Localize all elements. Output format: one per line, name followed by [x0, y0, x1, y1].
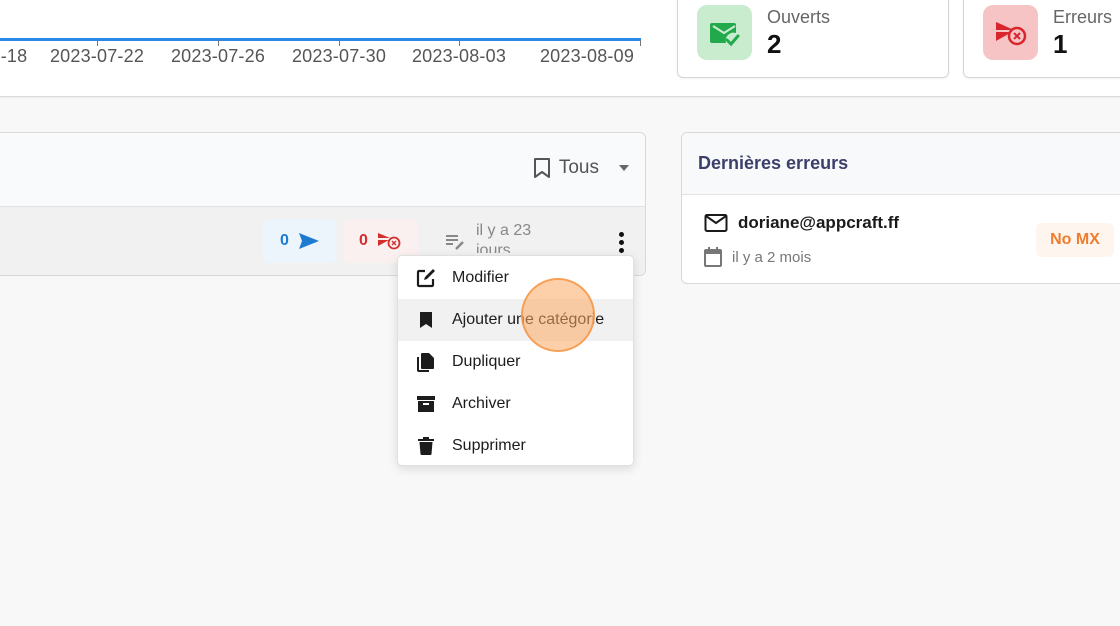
recent-errors-panel: Dernières erreurs doriane@appcraft.ff il… [681, 132, 1120, 284]
error-date-text: il y a 2 mois [732, 248, 812, 266]
chart-tick-label: 2023-07-26 [170, 46, 266, 66]
send-error-icon [983, 5, 1038, 60]
menu-item-label: Archiver [452, 395, 511, 412]
menu-item-duplicate[interactable]: Dupliquer [398, 341, 633, 383]
category-filter-dropdown[interactable]: Tous [533, 157, 629, 179]
sent-count: 0 [280, 232, 289, 249]
recent-errors-title: Dernières erreurs [682, 133, 1120, 195]
bookmark-icon [416, 310, 436, 330]
context-menu: Modifier Ajouter une catégorie Dupliquer… [397, 255, 634, 466]
chevron-down-icon [619, 165, 629, 171]
error-email-text: doriane@appcraft.ff [738, 213, 900, 232]
dot [618, 239, 624, 245]
menu-item-label: Modifier [452, 269, 509, 286]
menu-item-label: Dupliquer [452, 353, 521, 370]
error-type-badge: No MX [1036, 223, 1114, 257]
filter-label: Tous [558, 157, 599, 178]
error-count: 0 [359, 232, 368, 249]
menu-item-delete[interactable]: Supprimer [398, 425, 633, 467]
campaigns-header: Tous [0, 133, 645, 207]
bookmark-outline-icon [533, 158, 550, 178]
menu-item-label: Ajouter une catégorie [452, 311, 605, 328]
dot [618, 247, 624, 253]
send-icon [298, 233, 319, 249]
menu-item-add-category[interactable]: Ajouter une catégorie [398, 299, 633, 341]
menu-item-archive[interactable]: Archiver [398, 383, 633, 425]
calendar-icon [704, 247, 722, 267]
dot [618, 231, 624, 237]
menu-item-label: Supprimer [452, 437, 526, 454]
chart-tick-label: 2023-08-09 [539, 46, 635, 66]
error-email: doriane@appcraft.ff [704, 213, 899, 233]
sent-count-chip: 0 [263, 219, 336, 263]
chart-tick-label: 2023-07-30 [291, 46, 387, 66]
stat-label: Erreurs [1053, 7, 1113, 27]
archive-icon [416, 394, 436, 414]
stat-label: Ouverts [767, 7, 831, 27]
error-date: il y a 2 mois [704, 247, 811, 267]
chart-tick [640, 40, 641, 46]
stat-card-errors: Erreurs 1 [963, 0, 1120, 78]
mail-icon [704, 214, 728, 232]
trash-icon [416, 436, 436, 456]
edit-icon [416, 268, 436, 288]
last-edited-text: il y a 23 jours [476, 222, 532, 253]
more-options-button[interactable] [615, 229, 627, 255]
last-edited: il y a 23 jours [444, 221, 546, 253]
mail-check-icon [697, 5, 752, 60]
stat-card-opened: Ouverts 2 [677, 0, 949, 78]
stat-value: 2 [767, 29, 782, 59]
menu-item-modifier[interactable]: Modifier [398, 257, 633, 299]
edit-notes-icon [446, 235, 464, 250]
copy-icon [416, 352, 436, 372]
send-error-icon [377, 233, 401, 250]
chart-tick-label: -18 [0, 46, 28, 66]
stat-value: 1 [1053, 29, 1068, 59]
chart-section: -18 2023-07-22 2023-07-26 2023-07-30 2023-08… [0, 0, 1120, 97]
error-list-item[interactable]: doriane@appcraft.ff il y a 2 mois No MX [682, 195, 1120, 283]
chart-tick-label: 2023-08-03 [411, 46, 507, 66]
chart-tick-label: 2023-07-22 [49, 46, 145, 66]
